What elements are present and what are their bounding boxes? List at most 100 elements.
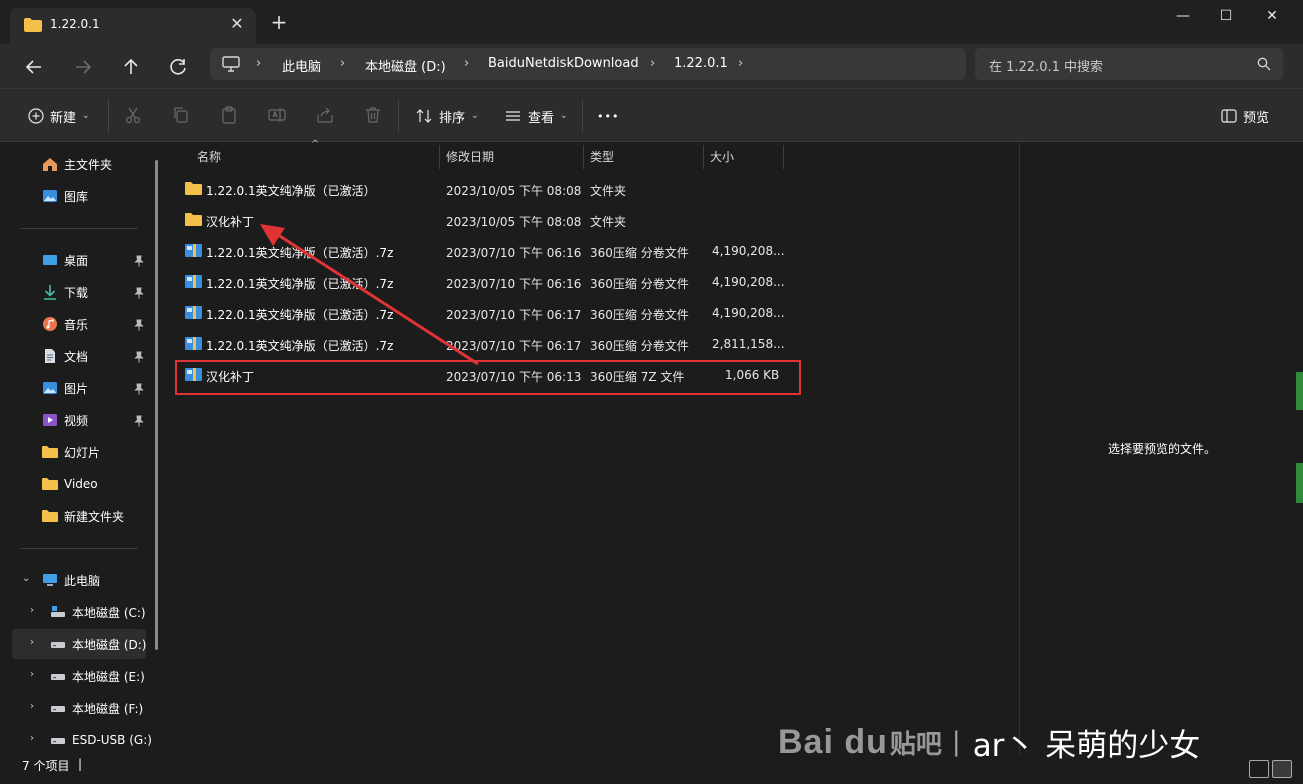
breadcrumb-chevron-icon[interactable]: › <box>738 56 743 71</box>
file-name: 1.22.0.1英文纯净版（已激活）.7z <box>206 308 394 322</box>
breadcrumb-current-folder[interactable]: 1.22.0.1 <box>674 56 728 71</box>
share-icon[interactable] <box>315 105 335 125</box>
breadcrumb-baidunetdiskdownload[interactable]: BaiduNetdiskDownload <box>488 56 639 71</box>
sidebar-item-label: 本地磁盘 (E:) <box>72 669 145 684</box>
expand-chevron-icon[interactable]: › <box>30 637 34 648</box>
more-options-button[interactable]: ••• <box>597 103 619 129</box>
file-row[interactable]: 1.22.0.1英文纯净版（已激活） 2023/10/05 下午 08:08 文… <box>165 174 805 205</box>
delete-icon[interactable] <box>363 105 383 125</box>
column-header-date[interactable]: 修改日期 <box>440 143 583 171</box>
sidebar-item-label: 图片 <box>64 381 89 396</box>
sidebar-item-desktop[interactable]: 桌面 <box>42 246 88 274</box>
search-box[interactable]: 在 1.22.0.1 中搜索 <box>975 48 1283 80</box>
expand-chevron-icon[interactable]: › <box>30 605 34 616</box>
breadcrumb-this-pc[interactable]: 此电脑 <box>282 56 321 75</box>
copy-icon[interactable] <box>171 105 191 125</box>
breadcrumb-chevron-icon[interactable]: › <box>340 56 345 71</box>
minimize-button[interactable]: — <box>1160 0 1206 32</box>
navigation-bar: › 此电脑 › 本地磁盘 (D:) › BaiduNetdiskDownload… <box>0 44 1303 88</box>
sidebar-item-this-pc[interactable]: 此电脑 <box>42 566 100 594</box>
expand-chevron-icon[interactable]: › <box>30 733 34 744</box>
sidebar-item-drive-f[interactable]: 本地磁盘 (F:) <box>50 694 143 722</box>
sidebar-item-music[interactable]: 音乐 <box>42 310 88 338</box>
preview-pane-button[interactable]: 预览 <box>1221 103 1269 129</box>
folder-icon <box>185 182 202 195</box>
view-button[interactable]: 查看 ⌄ <box>504 103 568 129</box>
sidebar-item-video-folder[interactable]: Video <box>42 470 98 498</box>
pin-icon[interactable] <box>134 319 144 331</box>
pin-icon[interactable] <box>134 255 144 267</box>
sidebar-item-label: 音乐 <box>64 317 89 332</box>
pin-icon[interactable] <box>134 415 144 427</box>
arrow-left-icon <box>25 60 41 74</box>
sidebar-item-label: ESD-USB (G:) <box>72 733 152 747</box>
drive-icon <box>51 738 65 744</box>
breadcrumb-drive-d[interactable]: 本地磁盘 (D:) <box>365 56 446 75</box>
pin-icon[interactable] <box>134 287 144 299</box>
file-row[interactable]: 1.22.0.1英文纯净版（已激活）.7z 2023/07/10 下午 06:1… <box>165 329 805 360</box>
address-bar[interactable]: › 此电脑 › 本地磁盘 (D:) › BaiduNetdiskDownload… <box>210 48 966 80</box>
background-window-edge <box>1296 463 1303 503</box>
refresh-icon <box>170 59 186 75</box>
music-icon <box>43 317 57 331</box>
tiles-view-button[interactable] <box>1272 760 1292 778</box>
sidebar-scrollbar[interactable] <box>155 160 158 650</box>
refresh-button[interactable] <box>164 52 194 82</box>
sidebar-item-downloads[interactable]: 下载 <box>42 278 88 306</box>
archive-icon <box>185 275 202 288</box>
sidebar-item-label: 主文件夹 <box>64 157 113 172</box>
sidebar-item-home[interactable]: 主文件夹 <box>42 150 112 178</box>
home-icon <box>43 158 57 171</box>
sidebar-item-gallery[interactable]: 图库 <box>42 182 88 210</box>
sidebar-item-new-folder[interactable]: 新建文件夹 <box>42 502 124 530</box>
sidebar-item-label: 本地磁盘 (C:) <box>72 605 146 620</box>
breadcrumb-chevron-icon[interactable]: › <box>464 56 469 71</box>
expand-chevron-icon[interactable]: ⌄ <box>22 573 30 584</box>
folder-icon <box>42 510 58 522</box>
file-date: 2023/07/10 下午 06:16 <box>446 277 582 291</box>
paste-icon[interactable] <box>219 105 239 125</box>
file-row[interactable]: 汉化补丁 2023/10/05 下午 08:08 文件夹 <box>165 205 805 236</box>
sidebar-item-videos[interactable]: 视频 <box>42 406 88 434</box>
sidebar-item-pictures[interactable]: 图片 <box>42 374 88 402</box>
breadcrumb-chevron-icon[interactable]: › <box>256 56 261 71</box>
sidebar-divider <box>20 228 138 229</box>
file-row[interactable]: 1.22.0.1英文纯净版（已激活）.7z 2023/07/10 下午 06:1… <box>165 236 805 267</box>
new-tab-button[interactable]: + <box>268 12 290 34</box>
sidebar-item-drive-c[interactable]: 本地磁盘 (C:) <box>50 598 146 626</box>
maximize-button[interactable]: ☐ <box>1203 0 1249 32</box>
expand-chevron-icon[interactable]: › <box>30 701 34 712</box>
sidebar-item-drive-d[interactable]: 本地磁盘 (D:) <box>50 630 146 658</box>
breadcrumb-chevron-icon[interactable]: › <box>650 56 655 71</box>
column-header-type[interactable]: 类型 <box>584 143 703 171</box>
pictures-icon <box>43 382 57 394</box>
details-view-button[interactable] <box>1249 760 1269 778</box>
forward-button[interactable] <box>68 52 98 82</box>
column-header-name[interactable]: 名称 <box>191 143 439 171</box>
sidebar-item-usb-g[interactable]: ESD-USB (G:) <box>50 726 152 754</box>
expand-chevron-icon[interactable]: › <box>30 669 34 680</box>
sidebar-item-label: 视频 <box>64 413 89 428</box>
tab-current-folder[interactable]: 1.22.0.1 ✕ <box>10 8 256 44</box>
file-row[interactable]: 1.22.0.1英文纯净版（已激活）.7z 2023/07/10 下午 06:1… <box>165 267 805 298</box>
back-button[interactable] <box>19 52 49 82</box>
sidebar-item-slides[interactable]: 幻灯片 <box>42 438 100 466</box>
new-button[interactable]: 新建 ⌄ <box>28 103 90 129</box>
sidebar-item-documents[interactable]: 文档 <box>42 342 88 370</box>
cut-icon[interactable] <box>123 105 143 125</box>
close-window-button[interactable]: ✕ <box>1249 0 1295 32</box>
search-input[interactable]: 在 1.22.0.1 中搜索 <box>989 56 1103 75</box>
rename-icon[interactable] <box>267 105 287 125</box>
pin-icon[interactable] <box>134 351 144 363</box>
column-header-size[interactable]: 大小 <box>704 143 783 171</box>
up-button[interactable] <box>116 52 146 82</box>
folder-icon <box>24 18 42 32</box>
navigation-pane: 主文件夹 图库 桌面 下载 音乐 文档 图片 视频 幻灯片 Video 新建文件… <box>0 143 160 755</box>
pin-icon[interactable] <box>134 383 144 395</box>
file-row[interactable]: 1.22.0.1英文纯净版（已激活）.7z 2023/07/10 下午 06:1… <box>165 298 805 329</box>
column-divider[interactable] <box>783 145 784 169</box>
sidebar-item-drive-e[interactable]: 本地磁盘 (E:) <box>50 662 145 690</box>
sort-button[interactable]: 排序 ⌄ <box>415 103 479 129</box>
tab-close-button[interactable]: ✕ <box>227 14 247 34</box>
video-icon <box>43 414 57 426</box>
